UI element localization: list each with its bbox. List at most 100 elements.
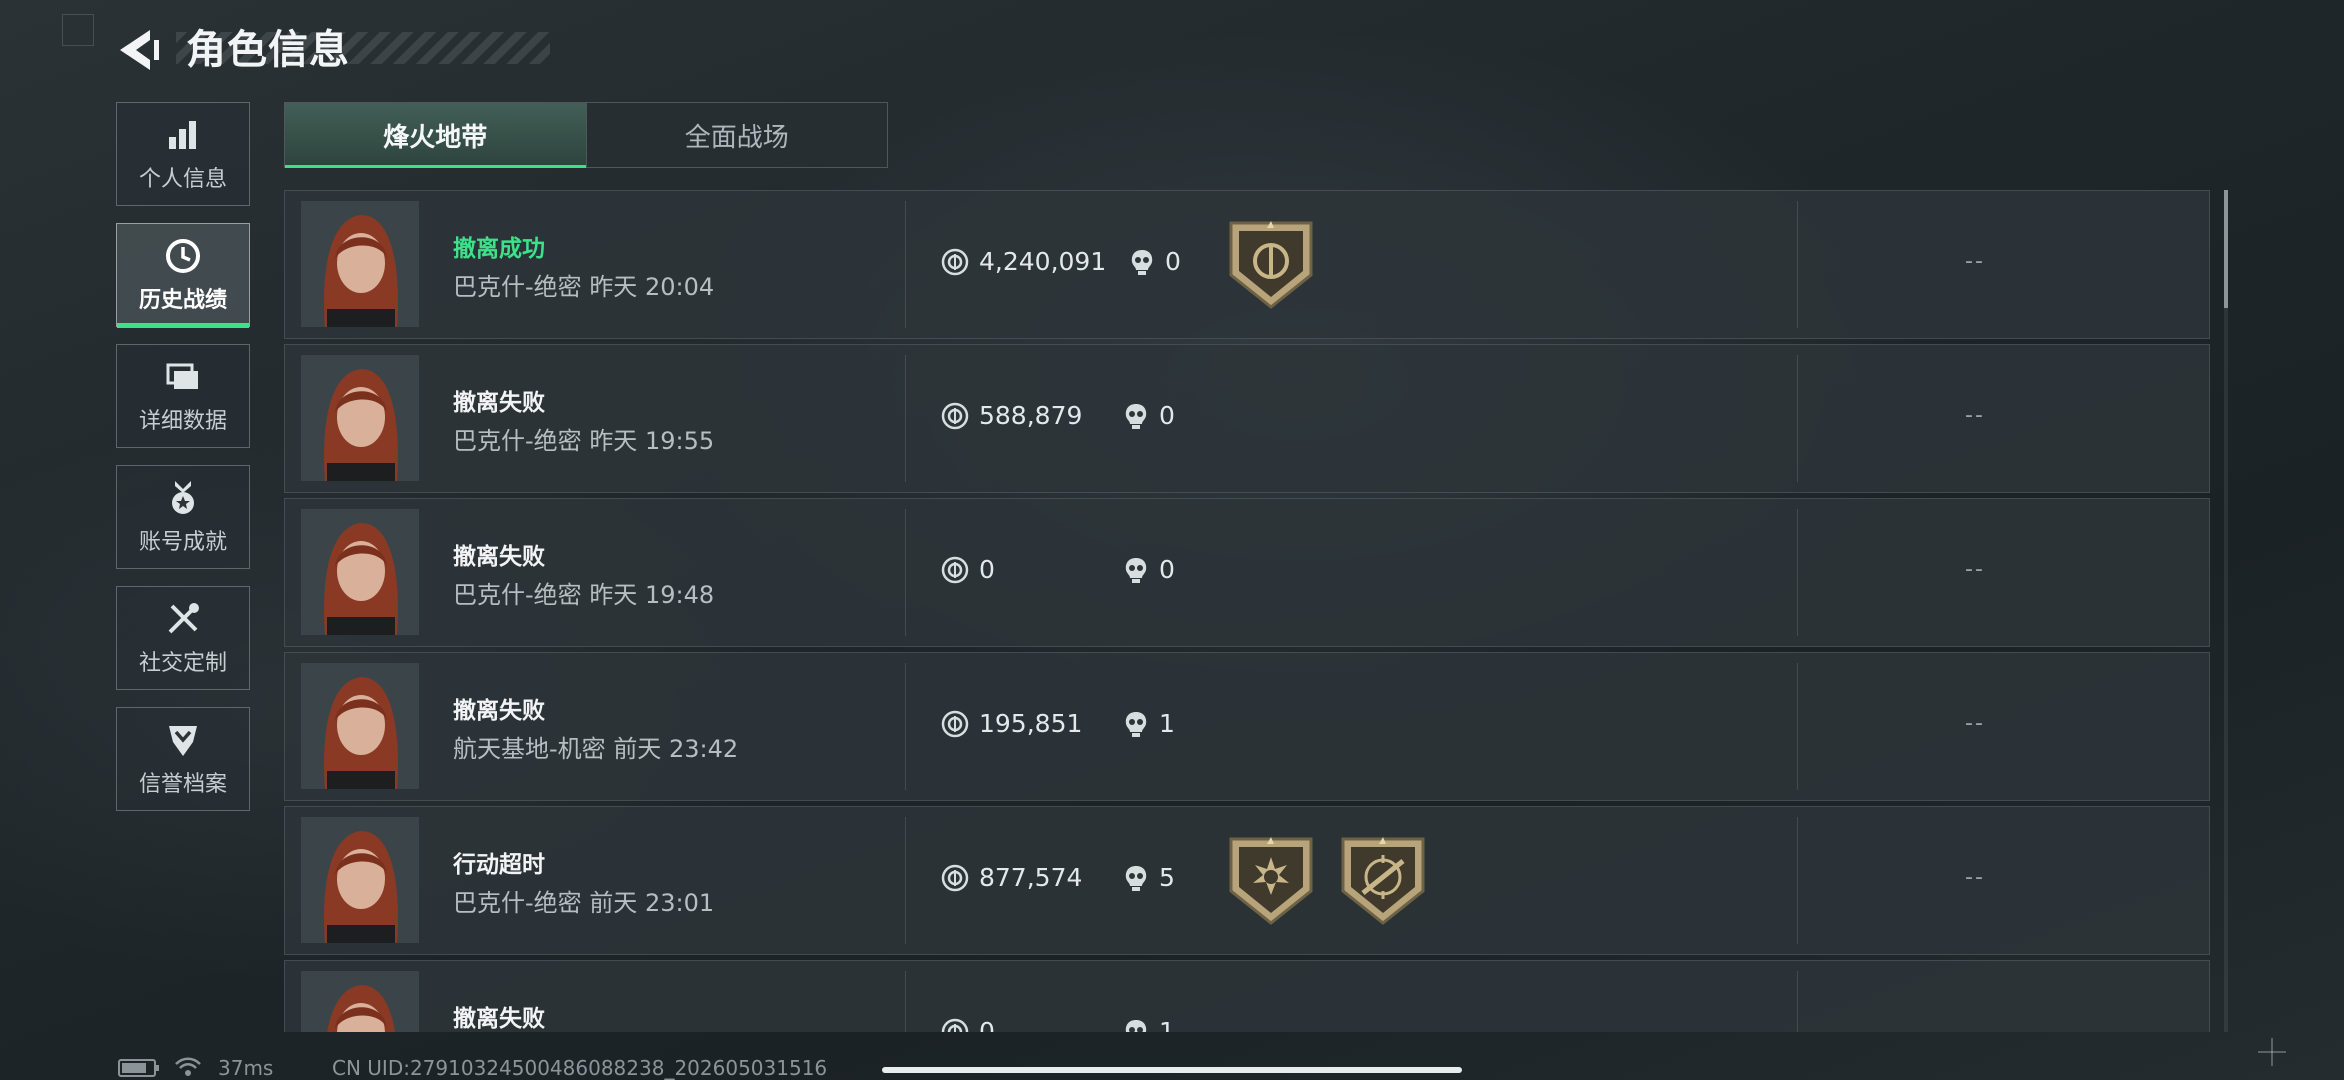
crosshair-rifle-badge-icon[interactable] [1339,835,1427,927]
match-result: 撤离成功 [453,236,545,262]
battery-icon [118,1059,159,1077]
back-arrow-icon[interactable] [116,26,162,74]
extra-info: -- [1965,403,1985,428]
sidebar-item-label: 账号成就 [138,530,227,555]
match-result: 撤离失败 [453,698,545,724]
money-stat: 877,574 [941,863,1082,892]
bar-chart-icon [169,121,196,149]
sidebar-item-personal-info[interactable]: 个人信息 [116,102,250,206]
match-result: 行动超时 [453,852,545,878]
match-info: 航天基地-机密 前天 23:42 [453,729,738,764]
kill-count: 0 [1159,555,1175,584]
skull-icon [1131,249,1153,275]
match-time: 前天 23:01 [589,889,715,917]
row-divider [1797,663,1798,790]
money-stat: 588,879 [941,401,1082,430]
kill-count: 1 [1159,1017,1175,1032]
ping-value: 37ms [218,1056,274,1080]
sidebar-item-label: 信誉档案 [138,772,227,797]
corner-frame-mark [62,14,94,46]
scrollbar-thumb[interactable] [2224,190,2228,308]
badge-list [1227,835,1427,927]
money-value: 195,851 [979,709,1083,738]
coin-icon [941,248,969,275]
money-stat: 195,851 [941,709,1082,738]
gold-shield-emblem-icon[interactable] [1227,219,1315,311]
operator-avatar [301,817,419,943]
sidebar-item-history[interactable]: 历史战绩 [116,223,250,328]
tab-fenghuo[interactable]: 烽火地带 [285,103,586,168]
operator-avatar [301,355,419,481]
stacked-folders-icon [166,363,198,389]
shield-chevron-icon [169,726,197,756]
money-value: 0 [979,1017,995,1032]
skull-icon [1125,711,1147,737]
operator-avatar [301,663,419,789]
row-divider [1797,817,1798,944]
extra-info: -- [1965,711,1985,736]
match-result: 撤离失败 [453,390,545,416]
kill-stat: 1 [1123,709,1175,738]
kill-stat: 0 [1129,247,1181,276]
sidebar-item-credit-record[interactable]: 信誉档案 [116,707,250,811]
money-stat: 0 [941,1017,995,1032]
match-info: 巴克什-绝密 昨天 20:04 [453,267,714,302]
tools-icon [168,603,199,634]
money-value: 4,240,091 [979,247,1107,276]
match-history-list[interactable]: 撤离成功 巴克什-绝密 昨天 20:04 4,240,091 0 -- 撤离失败… [284,190,2212,1032]
user-uid: CN UID:2791032450048608823​8_20260503151… [332,1056,828,1080]
skull-burst-badge-icon[interactable] [1227,835,1315,927]
match-time: 昨天 19:55 [589,427,715,455]
match-time: 昨天 20:04 [589,273,715,301]
list-scrollbar[interactable] [2224,190,2228,1032]
money-value: 588,879 [979,401,1083,430]
plus-icon [2258,1038,2286,1066]
match-time: 昨天 19:48 [589,581,715,609]
skull-icon [1125,557,1147,583]
kill-stat: 5 [1123,863,1175,892]
kill-stat: 1 [1123,1017,1175,1032]
row-divider [1797,971,1798,1032]
sidebar-item-label: 个人信息 [138,167,227,192]
sidebar-item-label: 社交定制 [138,651,227,676]
page-title: 角色信息 [186,27,350,73]
row-divider [905,509,906,636]
map-name: 航天基地-机密 [453,735,606,763]
extra-info: -- [1965,557,1985,582]
match-row[interactable]: 撤离成功 巴克什-绝密 昨天 20:04 4,240,091 0 -- [284,190,2210,339]
money-stat: 4,240,091 [941,247,1106,276]
match-row[interactable]: 撤离失败 巴克什-绝密 昨天 19:55 588,879 0 -- [284,344,2210,493]
map-name: 巴克什-绝密 [453,889,582,917]
kill-count: 5 [1159,863,1175,892]
skull-icon [1125,1019,1147,1032]
row-divider [905,201,906,328]
sidebar-item-detailed-data[interactable]: 详细数据 [116,344,250,448]
operator-avatar [301,509,419,635]
map-name: 巴克什-绝密 [453,581,582,609]
history-clock-icon [166,239,200,273]
row-divider [905,817,906,944]
coin-icon [941,556,969,583]
mode-tabs: 烽火地带 全面战场 [284,102,888,168]
coin-icon [941,1018,969,1032]
home-indicator[interactable] [882,1067,1462,1073]
kill-stat: 0 [1123,401,1175,430]
sidebar-item-social-custom[interactable]: 社交定制 [116,586,250,690]
kill-count: 1 [1159,709,1175,738]
row-divider [1797,509,1798,636]
match-row[interactable]: 撤离失败 巴克什-绝密 昨天 19:48 0 0 -- [284,498,2210,647]
match-row[interactable]: 撤离失败 0 1 [284,960,2210,1032]
coin-icon [941,864,969,891]
wifi-icon [175,1057,201,1076]
row-divider [1797,355,1798,482]
map-name: 巴克什-绝密 [453,427,582,455]
match-row[interactable]: 撤离失败 航天基地-机密 前天 23:42 195,851 1 -- [284,652,2210,801]
tab-quanmian[interactable]: 全面战场 [585,103,888,167]
match-row[interactable]: 行动超时 巴克什-绝密 前天 23:01 877,574 5 -- [284,806,2210,955]
coin-icon [941,402,969,429]
sidebar-item-achievements[interactable]: 账号成就 [116,465,250,569]
extra-info: -- [1965,865,1985,890]
match-time: 前天 23:42 [613,735,739,763]
skull-icon [1125,403,1147,429]
coin-icon [941,710,969,737]
